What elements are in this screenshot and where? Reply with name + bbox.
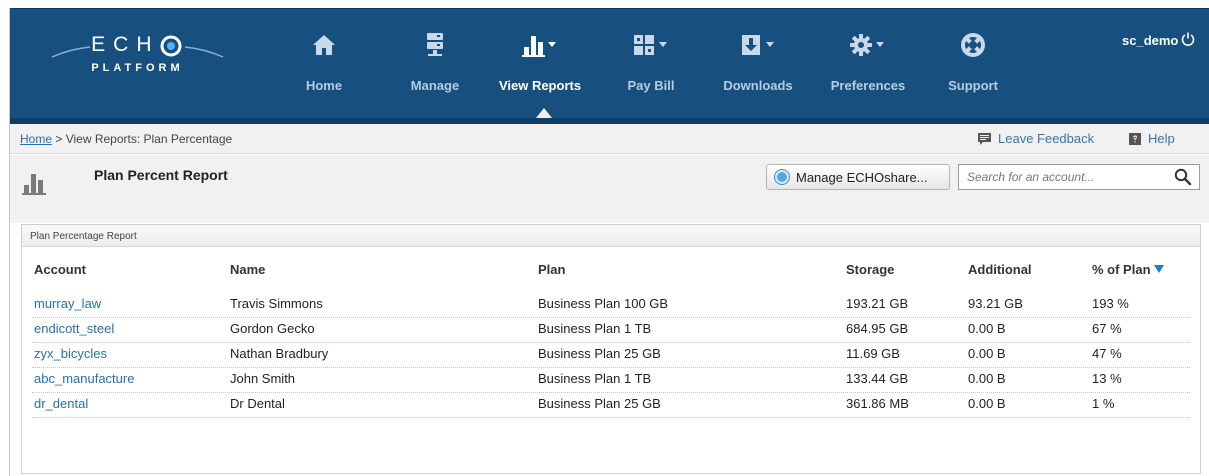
nav-downloads[interactable]: Downloads xyxy=(715,29,801,109)
table-row: dr_dental Dr Dental Business Plan 25 GB … xyxy=(32,392,1190,418)
name-cell: Dr Dental xyxy=(230,396,285,411)
bar-chart-icon xyxy=(522,36,556,57)
name-cell: Travis Simmons xyxy=(230,296,323,311)
nav-downloads-label: Downloads xyxy=(723,78,793,93)
grid-icon xyxy=(634,35,667,55)
download-icon xyxy=(742,35,774,55)
nav-view-reports-label: View Reports xyxy=(498,78,582,93)
top-navigation-bar: ECHO PLATFORM Home Manage View Reports xyxy=(10,8,1209,118)
column-header-name[interactable]: Name xyxy=(230,262,265,277)
nav-view-reports[interactable]: View Reports xyxy=(490,29,590,109)
additional-cell: 0.00 B xyxy=(968,346,1006,361)
percent-cell: 13 % xyxy=(1092,371,1122,386)
report-title-bar: Plan Percent Report Manage ECHOshare... xyxy=(10,155,1209,223)
report-panel-title: Plan Percentage Report xyxy=(30,231,137,242)
plan-cell: Business Plan 25 GB xyxy=(538,396,661,411)
percent-cell: 193 % xyxy=(1092,296,1129,311)
percent-cell: 67 % xyxy=(1092,321,1122,336)
nav-support[interactable]: Support xyxy=(940,29,1006,109)
name-cell: Gordon Gecko xyxy=(230,321,315,336)
percent-cell: 1 % xyxy=(1092,396,1115,411)
plan-cell: Business Plan 1 TB xyxy=(538,321,652,336)
account-link[interactable]: zyx_bicycles xyxy=(34,346,107,361)
manage-echoshare-label: Manage ECHOshare... xyxy=(796,169,928,185)
storage-cell: 684.95 GB xyxy=(846,321,909,336)
lifebuoy-icon xyxy=(961,29,985,61)
nav-home-label: Home xyxy=(305,78,343,93)
nav-manage-label: Manage xyxy=(410,78,460,93)
account-link[interactable]: abc_manufacture xyxy=(34,371,134,386)
breadcrumb: Home > View Reports: Plan Percentage xyxy=(20,132,232,146)
manage-echoshare-button[interactable]: Manage ECHOshare... xyxy=(766,164,950,190)
report-bar-chart-icon xyxy=(22,169,48,200)
column-header-percent-of-plan[interactable]: % of Plan xyxy=(1092,262,1164,277)
additional-cell: 0.00 B xyxy=(968,321,1006,336)
table-row: zyx_bicycles Nathan Bradbury Business Pl… xyxy=(32,342,1190,368)
storage-cell: 361.86 MB xyxy=(846,396,909,411)
app-frame: ECHO PLATFORM Home Manage View Reports xyxy=(9,8,1209,476)
name-cell: John Smith xyxy=(230,371,296,386)
table-row: murray_law Travis Simmons Business Plan … xyxy=(32,292,1190,318)
nav-support-label: Support xyxy=(948,78,998,93)
nav-pay-bill-label: Pay Bill xyxy=(627,78,675,93)
page-title: Plan Percent Report xyxy=(94,167,228,183)
column-header-storage[interactable]: Storage xyxy=(846,262,894,277)
username-label[interactable]: sc_demo xyxy=(1122,33,1178,48)
report-panel: Plan Percentage Report Account Name Plan… xyxy=(21,224,1201,474)
column-header-percent-label: % of Plan xyxy=(1092,262,1151,277)
account-search-input[interactable] xyxy=(959,165,1169,189)
plan-cell: Business Plan 25 GB xyxy=(538,346,661,361)
search-icon[interactable] xyxy=(1174,168,1192,191)
leave-feedback-link[interactable]: Leave Feedback xyxy=(978,131,1094,146)
storage-cell: 133.44 GB xyxy=(846,371,909,386)
additional-cell: 0.00 B xyxy=(968,371,1006,386)
account-search-box xyxy=(958,164,1200,190)
column-header-additional[interactable]: Additional xyxy=(968,262,1032,277)
additional-cell: 93.21 GB xyxy=(968,296,1023,311)
nav-home[interactable]: Home xyxy=(299,29,349,109)
storage-cell: 193.21 GB xyxy=(846,296,909,311)
percent-cell: 47 % xyxy=(1092,346,1122,361)
echoshare-icon xyxy=(775,170,789,184)
name-cell: Nathan Bradbury xyxy=(230,346,329,361)
home-icon xyxy=(312,29,336,61)
account-link[interactable]: murray_law xyxy=(34,296,101,311)
help-label: Help xyxy=(1148,131,1175,146)
nav-manage[interactable]: Manage xyxy=(400,29,470,109)
breadcrumb-current: > View Reports: Plan Percentage xyxy=(52,132,233,146)
leave-feedback-label: Leave Feedback xyxy=(998,131,1095,146)
logo-subtitle: PLATFORM xyxy=(91,62,184,74)
breadcrumb-home-link[interactable]: Home xyxy=(20,132,52,146)
echo-platform-logo[interactable]: ECHO PLATFORM xyxy=(50,31,225,91)
plan-cell: Business Plan 100 GB xyxy=(538,296,669,311)
additional-cell: 0.00 B xyxy=(968,396,1006,411)
account-link[interactable]: dr_dental xyxy=(34,396,88,411)
nav-pay-bill[interactable]: Pay Bill xyxy=(616,29,686,109)
logo-wordmark: ECH xyxy=(91,33,160,56)
help-link[interactable]: Help xyxy=(1129,131,1175,146)
column-header-account[interactable]: Account xyxy=(34,262,86,277)
gear-icon xyxy=(850,34,884,56)
nav-preferences[interactable]: Preferences xyxy=(822,29,914,109)
column-header-plan[interactable]: Plan xyxy=(538,262,565,277)
sort-descending-icon xyxy=(1153,265,1164,273)
power-icon[interactable] xyxy=(1181,32,1195,51)
active-nav-pointer xyxy=(536,108,552,118)
breadcrumb-bar: Home > View Reports: Plan Percentage Lea… xyxy=(10,124,1209,154)
report-panel-header: Plan Percentage Report xyxy=(22,225,1200,247)
feedback-icon xyxy=(978,132,991,145)
server-icon xyxy=(426,29,444,61)
table-row: abc_manufacture John Smith Business Plan… xyxy=(32,367,1190,393)
storage-cell: 11.69 GB xyxy=(846,346,900,361)
help-icon xyxy=(1129,132,1141,145)
plan-cell: Business Plan 1 TB xyxy=(538,371,652,386)
nav-preferences-label: Preferences xyxy=(830,78,906,93)
table-row: endicott_steel Gordon Gecko Business Pla… xyxy=(32,317,1190,343)
account-link[interactable]: endicott_steel xyxy=(34,321,114,336)
